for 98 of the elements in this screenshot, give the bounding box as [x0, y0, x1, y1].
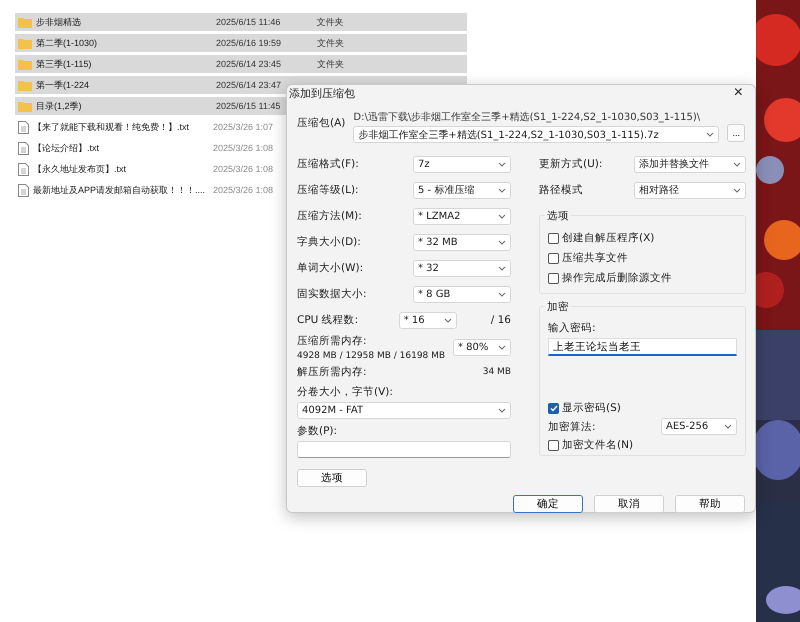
file-type: 文件夹 — [316, 16, 344, 28]
group-title: 选项 — [545, 209, 571, 223]
chevron-down-icon — [706, 132, 714, 137]
field-label: 单词大小(W): — [297, 261, 364, 275]
text-file-icon — [18, 120, 29, 134]
password-field[interactable]: 上老王论坛当老王 — [548, 338, 737, 356]
folder-icon — [18, 58, 32, 70]
dialog-button[interactable]: 取消 — [594, 495, 664, 513]
input-field[interactable] — [297, 440, 511, 458]
dialog-button[interactable]: 确定 — [513, 495, 583, 513]
folder-icon — [18, 100, 32, 112]
file-name: 目录(1,2季) — [36, 100, 83, 112]
chevron-down-icon — [498, 188, 506, 192]
file-row[interactable]: 第三季(1-115) 2025/6/14 23:45 文件夹 — [15, 55, 467, 73]
folder-icon — [18, 38, 32, 48]
text-file-icon — [18, 184, 29, 196]
chevron-down-icon — [498, 214, 506, 218]
file-name: 第二季(1-1030) — [36, 36, 98, 50]
text-file-icon — [18, 142, 29, 154]
file-name: 步非烟精选 — [36, 16, 82, 28]
modified-date: 2025/3/26 1:07 — [213, 122, 274, 132]
checkbox[interactable] — [548, 272, 559, 284]
chevron-down-icon — [733, 162, 741, 166]
options-button[interactable]: 选项 — [297, 469, 367, 487]
modified-date: 2025/6/14 23:45 — [216, 59, 282, 69]
file-type: 文件夹 — [317, 36, 344, 50]
archive-name-dropdown[interactable]: 步非烟工作室全三季+精选(S1_1-224,S2_1-1030,S03_1-115).7z — [353, 126, 720, 143]
chevron-down-icon — [498, 266, 506, 270]
file-name: 第一季(1-224 — [36, 78, 90, 92]
field-label: 参数(P): — [297, 424, 338, 438]
chevron-down-icon — [498, 292, 506, 296]
field-label: 固实数据大小: — [297, 287, 367, 301]
file-name: 【来了就能下载和观看！纯免费！】.txt — [33, 120, 190, 134]
checkbox-label: 创建自解压程序(X) — [562, 231, 654, 245]
checkbox-label: 显示密码(S) — [562, 401, 621, 415]
field-label: 压缩所需内存: — [297, 334, 368, 348]
dropdown[interactable]: * 32 MB — [413, 234, 511, 250]
field-label: 路径模式 — [539, 183, 583, 197]
modified-date: 2025/6/16 19:59 — [216, 38, 282, 48]
file-row[interactable]: 步非烟精选 2025/6/15 11:46 文件夹 — [15, 13, 467, 31]
modified-date: 2025/6/15 11:46 — [216, 17, 280, 27]
checkbox-label: 操作完成后删除源文件 — [562, 271, 672, 285]
chevron-down-icon — [498, 240, 506, 244]
checkbox-label: 加密文件名(N) — [562, 438, 634, 452]
dropdown[interactable]: 7z — [413, 156, 511, 172]
file-name: 【永久地址发布页】.txt — [33, 162, 128, 176]
file-name: 【论坛介绍】.txt — [33, 142, 100, 154]
thread-count-text: / 16 — [490, 314, 511, 326]
file-type: 文件夹 — [317, 58, 344, 70]
chevron-down-icon — [498, 344, 506, 350]
chevron-down-icon — [444, 318, 452, 322]
file-name: 第三季(1-115) — [36, 58, 92, 70]
dropdown[interactable]: 4092M - FAT — [297, 402, 511, 418]
folder-icon — [18, 16, 32, 28]
folder-icon — [18, 80, 32, 90]
field-label: 压缩格式(F): — [297, 157, 359, 171]
chevron-down-icon — [733, 188, 741, 192]
dropdown[interactable]: * 8 GB — [413, 286, 511, 302]
field-label: 压缩方法(M): — [297, 209, 362, 223]
dropdown[interactable]: * LZMA2 — [413, 208, 511, 224]
modified-date: 2025/6/15 11:45 — [216, 101, 280, 111]
checkbox-label: 压缩共享文件 — [562, 251, 628, 265]
chevron-down-icon — [498, 408, 506, 412]
close-button[interactable]: × — [728, 85, 749, 101]
dialog-button[interactable]: 帮助 — [675, 495, 745, 513]
browse-button[interactable]: ... — [727, 124, 745, 142]
modified-date: 2025/3/26 1:08 — [213, 185, 274, 195]
text-file-icon — [18, 162, 29, 176]
checkbox[interactable] — [548, 402, 559, 414]
memory-usage-text: 4928 MB / 12958 MB / 16198 MB — [297, 350, 446, 360]
dropdown[interactable]: 相对路径 — [634, 182, 746, 198]
checkbox[interactable] — [548, 232, 559, 244]
file-row[interactable]: 第二季(1-1030) 2025/6/16 19:59 文件夹 — [15, 34, 467, 52]
chevron-down-icon — [724, 424, 732, 429]
field-label: 输入密码: — [548, 321, 597, 335]
field-label: 加密算法: — [548, 420, 596, 434]
modified-date: 2025/3/26 1:08 — [213, 143, 274, 153]
modified-date: 2025/3/26 1:08 — [213, 164, 274, 174]
field-label: 解压所需内存: — [297, 364, 367, 378]
file-name: 最新地址及APP请发邮箱自动获取！！！.... — [33, 184, 206, 196]
checkbox[interactable] — [548, 440, 559, 450]
field-label: CPU 线程数: — [297, 313, 358, 327]
modified-date: 2025/6/14 23:47 — [216, 80, 282, 90]
dropdown[interactable]: 5 - 标准压缩 — [413, 182, 511, 198]
field-label: 更新方式(U): — [539, 157, 602, 171]
field-label: 分卷大小，字节(V): — [297, 384, 394, 398]
field-label: 字典大小(D): — [297, 235, 361, 249]
dropdown[interactable]: AES-256 — [661, 418, 737, 435]
memory-reading: 34 MB — [482, 366, 511, 376]
group-title: 加密 — [545, 300, 571, 314]
field-label: 压缩包(A) — [297, 116, 346, 130]
dropdown[interactable]: * 16 — [398, 312, 457, 328]
chevron-down-icon — [498, 162, 506, 166]
dropdown[interactable]: * 32 — [413, 260, 511, 276]
dropdown[interactable]: * 80% — [453, 338, 511, 356]
dropdown[interactable]: 添加并替换文件 — [634, 156, 746, 172]
checkbox[interactable] — [548, 252, 559, 264]
field-label: 压缩等级(L): — [297, 183, 359, 197]
